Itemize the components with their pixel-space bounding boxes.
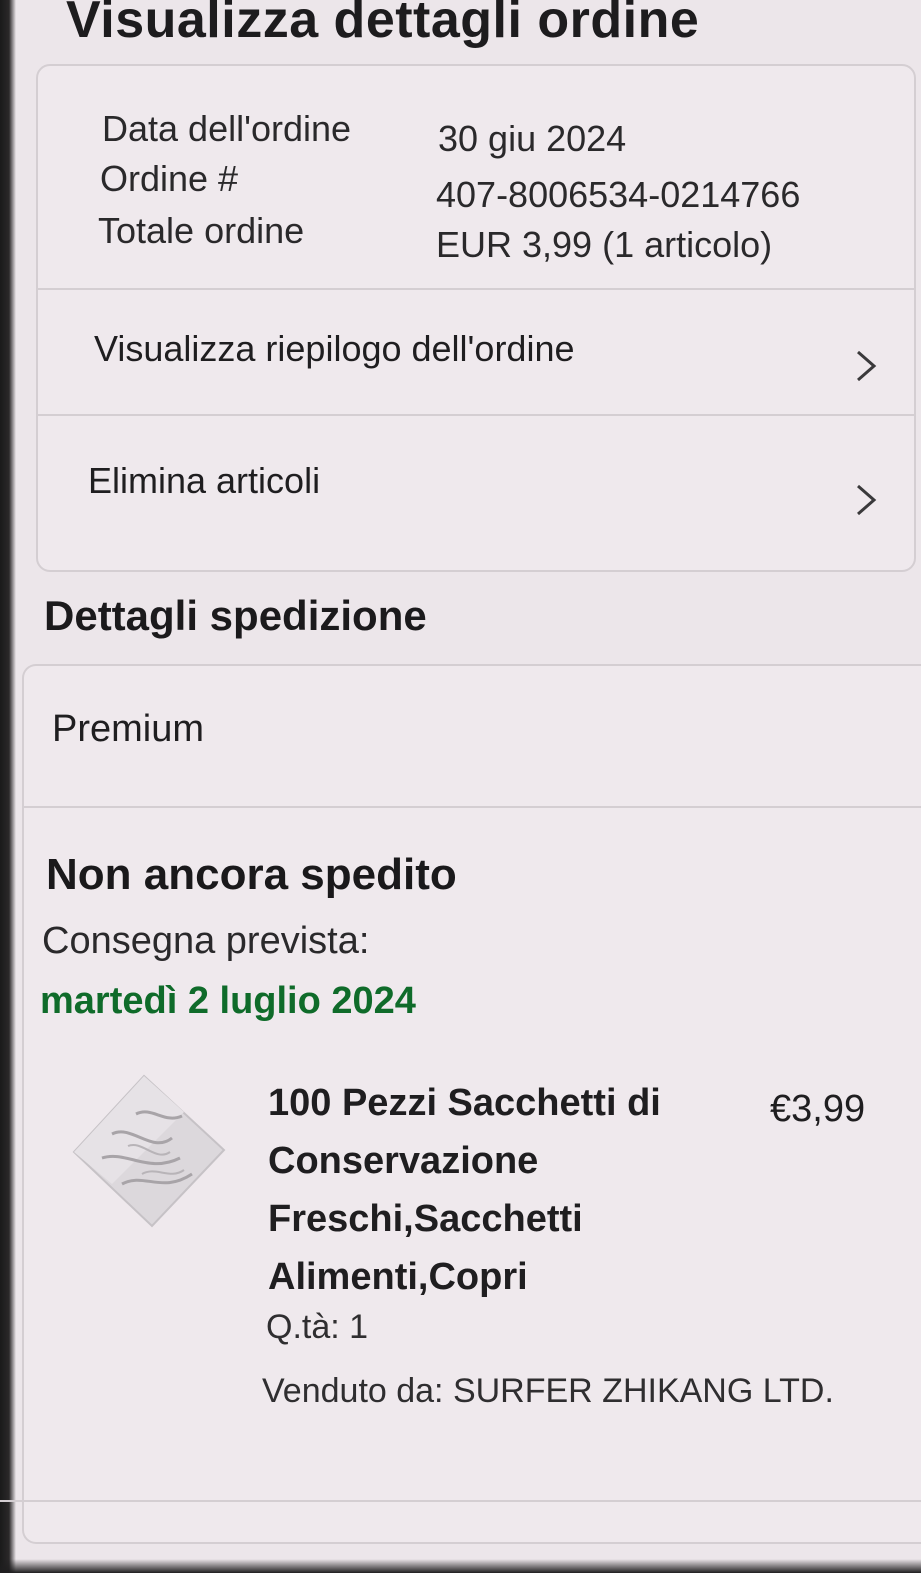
product-quantity: Q.tà: 1 [266,1308,369,1346]
order-total-value: EUR 3,99 (1 articolo) [436,224,773,265]
shipment-item[interactable]: 100 Pezzi Sacchetti di Conservazione Fre… [22,664,921,1544]
view-order-summary-label: Visualizza riepilogo dell'ordine [94,328,575,369]
shipping-section-title: Dettagli spedizione [44,592,427,639]
order-info-card: Data dell'ordine 30 giu 2024 Ordine # 40… [36,64,916,572]
view-order-summary-row[interactable]: Visualizza riepilogo dell'ordine [38,290,914,412]
screen-edge [0,0,16,1573]
page-title: Visualizza dettagli ordine [66,0,700,49]
order-number-value: 407-8006534-0214766 [436,174,801,215]
chevron-right-icon [857,350,877,382]
delete-items-label: Elimina articoli [88,460,321,501]
product-image[interactable] [52,1054,232,1234]
chevron-right-icon [857,484,877,516]
order-date-value: 30 giu 2024 [438,118,627,159]
order-number-label: Ordine # [100,158,239,199]
order-date-label: Data dell'ordine [102,108,352,149]
divider [0,1500,921,1502]
order-total-label: Totale ordine [98,210,305,251]
product-price: €3,99 [770,1088,866,1130]
screen-edge [0,1559,921,1573]
product-seller: Venduto da: SURFER ZHIKANG LTD. [262,1372,834,1410]
product-title[interactable]: 100 Pezzi Sacchetti di Conservazione Fre… [268,1074,688,1306]
delete-items-row[interactable]: Elimina articoli [38,416,914,566]
